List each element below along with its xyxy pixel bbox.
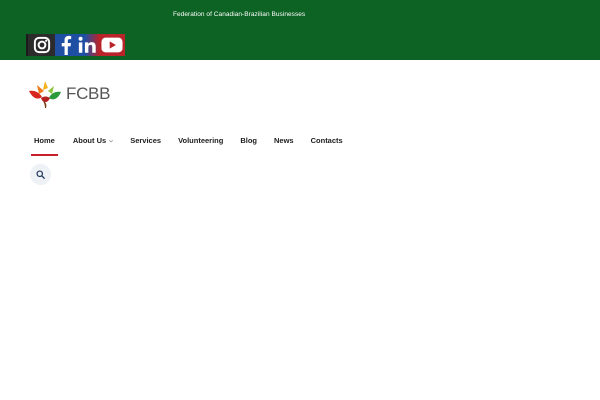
search-icon [36, 170, 45, 179]
maple-leaf-logo-icon [29, 81, 61, 108]
instagram-link[interactable] [28, 34, 55, 56]
linkedin-icon [78, 36, 96, 53]
brand-logo[interactable]: FCBB [28, 79, 110, 109]
nav-item-blog[interactable]: Blog [240, 136, 257, 145]
nav-item-contacts[interactable]: Contacts [311, 136, 343, 145]
linkedin-link[interactable] [76, 34, 99, 56]
nav-item-news[interactable]: News [274, 136, 294, 145]
search-button[interactable] [30, 164, 51, 185]
nav-item-services[interactable]: Services [130, 136, 161, 145]
social-links [26, 34, 125, 56]
youtube-link[interactable] [99, 34, 125, 56]
chevron-down-icon [109, 139, 114, 142]
facebook-icon [61, 35, 71, 55]
tagline: Federation of Canadian-Brazilian Busines… [173, 11, 306, 18]
instagram-icon [33, 36, 50, 54]
nav-item-about-us[interactable]: About Us [73, 136, 114, 145]
facebook-link[interactable] [55, 34, 76, 56]
youtube-icon [101, 37, 123, 53]
nav-item-volunteering[interactable]: Volunteering [178, 136, 223, 145]
main-nav: Home About Us Services Volunteering Blog… [31, 136, 343, 156]
top-bar: Federation of Canadian-Brazilian Busines… [0, 0, 600, 60]
nav-item-about-us-label: About Us [72, 136, 107, 145]
nav-item-home[interactable]: Home [31, 136, 58, 156]
brand-name: FCBB [66, 84, 111, 103]
